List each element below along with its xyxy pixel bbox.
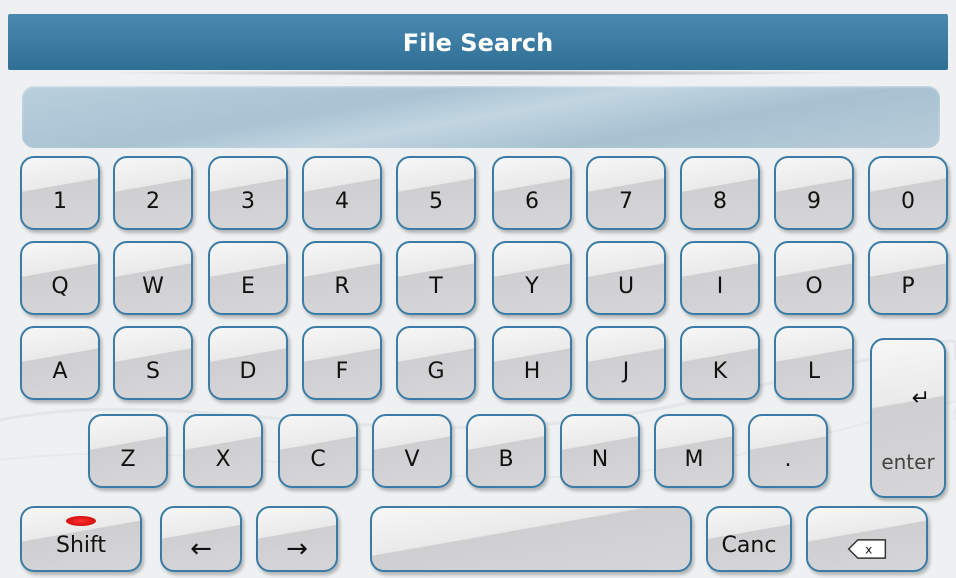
key-9[interactable]: 9 [774,156,854,230]
backspace-icon: x [847,539,887,559]
key-q[interactable]: Q [20,241,100,315]
key-t[interactable]: T [396,241,476,315]
key-f[interactable]: F [302,326,382,400]
key-b[interactable]: B [466,414,546,488]
search-input[interactable] [22,86,940,148]
key-5[interactable]: 5 [396,156,476,230]
key-l[interactable]: L [774,326,854,400]
shift-label: Shift [55,533,106,558]
svg-text:x: x [865,543,872,557]
key-j[interactable]: J [586,326,666,400]
canc-button[interactable]: Canc [706,506,792,572]
key-r[interactable]: R [302,241,382,315]
key-i[interactable]: I [680,241,760,315]
key-v[interactable]: V [372,414,452,488]
key-u[interactable]: U [586,241,666,315]
backspace-button[interactable]: x [806,506,928,572]
key-x[interactable]: X [183,414,263,488]
key-p[interactable]: P [868,241,948,315]
key-w[interactable]: W [113,241,193,315]
key-o[interactable]: O [774,241,854,315]
key-6[interactable]: 6 [492,156,572,230]
key-g[interactable]: G [396,326,476,400]
key-period[interactable]: . [748,414,828,488]
shift-button[interactable]: Shift [20,506,142,572]
left-arrow-icon: ← [190,534,212,564]
key-n[interactable]: N [560,414,640,488]
right-arrow-icon: → [286,534,308,564]
key-c[interactable]: C [278,414,358,488]
key-y[interactable]: Y [492,241,572,315]
key-e[interactable]: E [208,241,288,315]
key-4[interactable]: 4 [302,156,382,230]
enter-button[interactable]: ↵ enter [870,338,946,498]
title-shadow [100,70,860,76]
title-bar: File Search [8,14,948,70]
key-8[interactable]: 8 [680,156,760,230]
key-s[interactable]: S [113,326,193,400]
key-z[interactable]: Z [88,414,168,488]
key-h[interactable]: H [492,326,572,400]
left-arrow-button[interactable]: ← [160,506,242,572]
key-m[interactable]: M [654,414,734,488]
shift-indicator-icon [66,516,96,526]
key-7[interactable]: 7 [586,156,666,230]
key-3[interactable]: 3 [208,156,288,230]
key-a[interactable]: A [20,326,100,400]
window-title: File Search [402,29,554,57]
key-d[interactable]: D [208,326,288,400]
right-arrow-button[interactable]: → [256,506,338,572]
key-1[interactable]: 1 [20,156,100,230]
key-0[interactable]: 0 [868,156,948,230]
enter-icon: ↵ [911,386,930,411]
key-2[interactable]: 2 [113,156,193,230]
enter-label: enter [881,450,935,474]
key-k[interactable]: K [680,326,760,400]
space-button[interactable] [370,506,692,572]
